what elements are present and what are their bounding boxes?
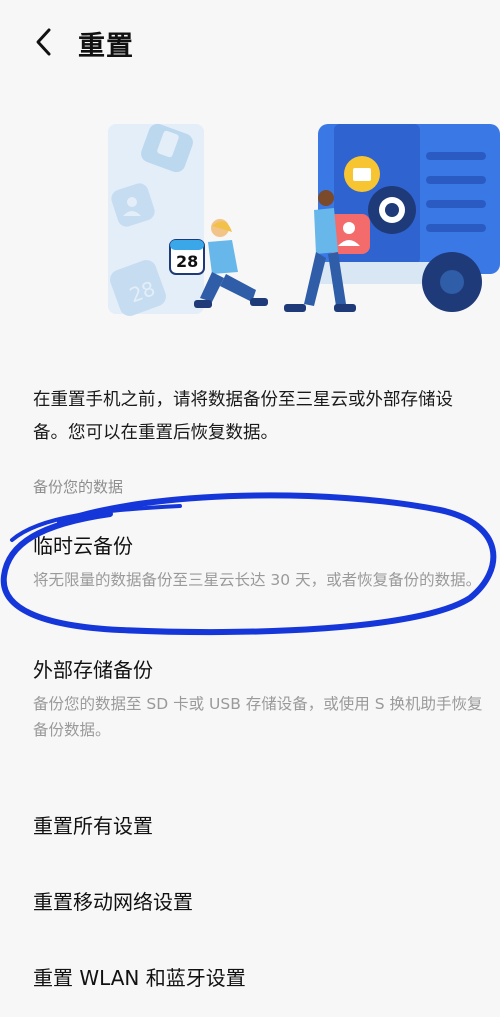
reset-mobile-network-settings-item[interactable]: 重置移动网络设置 (33, 886, 473, 915)
external-storage-backup-subtitle: 备份您的数据至 SD 卡或 USB 存储设备，或使用 S 换机助手恢复备份数据。 (33, 695, 483, 739)
external-storage-backup-title: 外部存储备份 (33, 658, 153, 682)
temporary-cloud-backup-title: 临时云备份 (33, 534, 133, 558)
external-storage-backup-item[interactable]: 外部存储备份 备份您的数据至 SD 卡或 USB 存储设备，或使用 S 换机助手… (33, 654, 483, 743)
temporary-cloud-backup-subtitle: 将无限量的数据备份至三星云长达 30 天，或者恢复备份的数据。 (33, 571, 482, 589)
back-button[interactable] (26, 24, 62, 60)
reset-all-settings-item[interactable]: 重置所有设置 (33, 810, 473, 839)
intro-description: 在重置手机之前，请将数据备份至三星云或外部存储设备。您可以在重置后恢复数据。 (33, 390, 453, 443)
section-label-backup: 备份您的数据 (33, 478, 124, 496)
calendar-number: 28 (176, 252, 198, 271)
page-title: 重置 (78, 31, 134, 62)
backup-illustration: 28 28 (108, 122, 500, 318)
temporary-cloud-backup-item[interactable]: 临时云备份 将无限量的数据备份至三星云长达 30 天，或者恢复备份的数据。 (33, 530, 483, 593)
header-bar: 重置 (0, 0, 500, 90)
chevron-left-icon (36, 28, 51, 56)
reset-wlan-bluetooth-settings-item[interactable]: 重置 WLAN 和蓝牙设置 (33, 962, 473, 991)
